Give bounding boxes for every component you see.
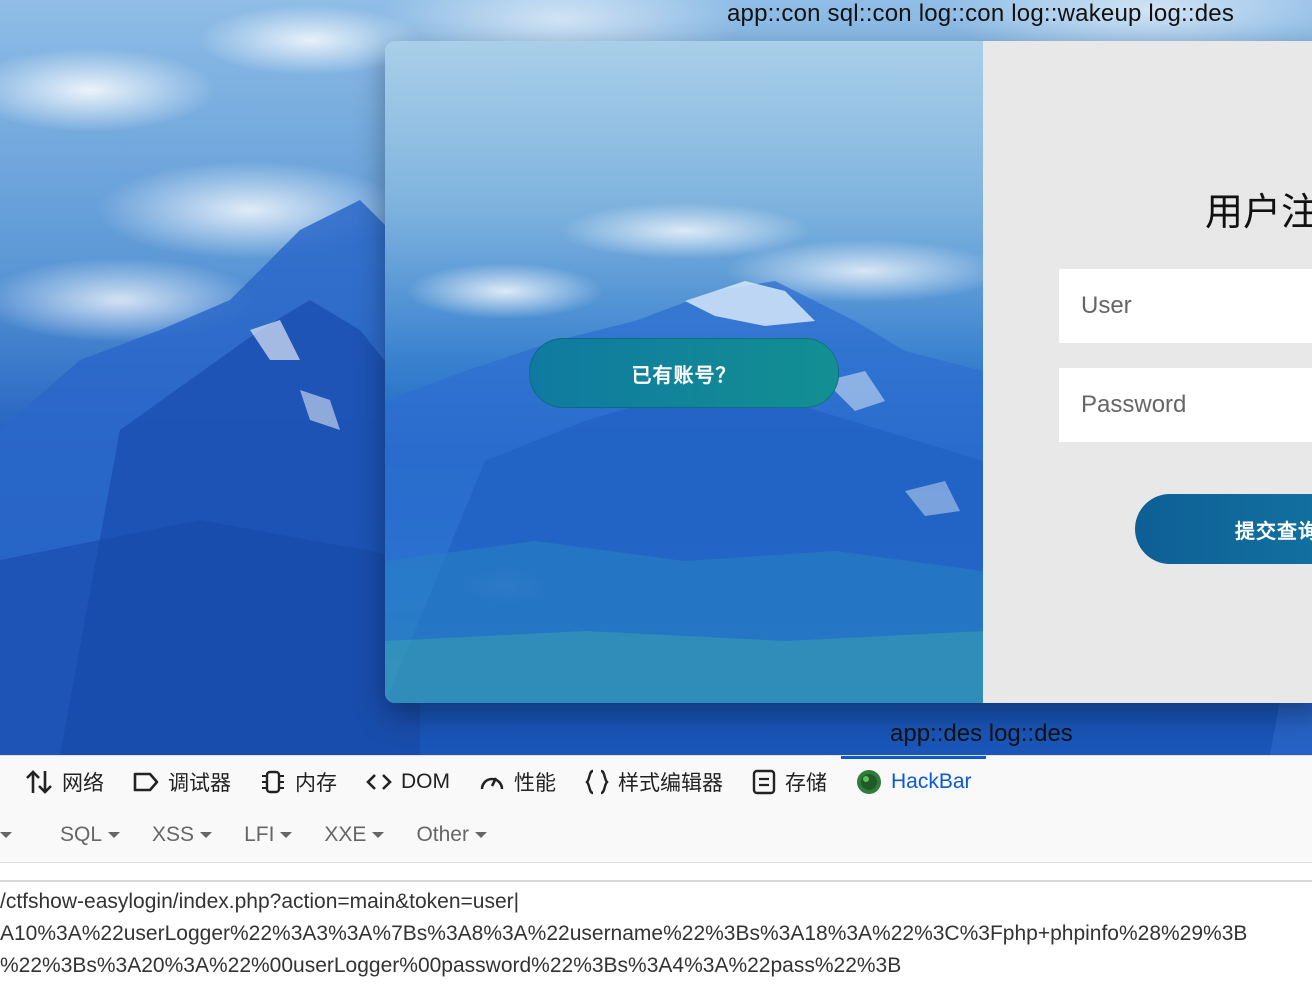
hackbar-logo-icon: [857, 770, 881, 794]
menu-label: LFI: [244, 823, 275, 846]
login-container: 已有账号？ 用户注 提交查询: [385, 41, 1312, 703]
caret-down-icon: [280, 832, 293, 838]
tab-style-editor[interactable]: 样式编辑器: [570, 756, 737, 808]
debugger-icon: [133, 772, 159, 792]
caret-down-icon: [474, 832, 487, 838]
web-page-viewport: app::con sql::con log::con log::wakeup l…: [0, 0, 1312, 755]
tab-label: 网络: [62, 772, 104, 795]
memory-chip-icon: [262, 770, 284, 794]
url-line: A10%3A%22userLogger%22%3A3%3A%7Bs%3A8%3A…: [0, 922, 1248, 945]
storage-icon: [752, 769, 776, 795]
tab-label: 性能: [514, 772, 556, 795]
url-line: %22%3Bs%3A20%3A%22%00userLogger%00passwo…: [0, 954, 902, 977]
caret-down-icon: [0, 832, 12, 838]
menu-label: XXE: [324, 823, 367, 846]
hackbar-menu-bar: SQL XSS LFI XXE Other: [0, 808, 1312, 863]
submit-button[interactable]: 提交查询: [1135, 494, 1312, 564]
tab-label: 存储: [785, 772, 827, 795]
performance-gauge-icon: [480, 777, 504, 790]
tab-storage[interactable]: 存储: [737, 756, 841, 808]
braces-icon: [585, 769, 609, 795]
tab-hackbar[interactable]: HackBar: [841, 756, 986, 808]
tab-label: HackBar: [891, 770, 972, 793]
form-title: 用户注: [1205, 192, 1312, 234]
network-arrows-icon: [26, 770, 52, 794]
menu-item-lfi[interactable]: LFI: [228, 823, 308, 847]
password-input[interactable]: [1059, 368, 1312, 442]
url-textarea[interactable]: /ctfshow-easylogin/index.php?action=main…: [0, 880, 1312, 986]
menu-item-xss[interactable]: XSS: [136, 823, 228, 847]
menu-item-sql[interactable]: SQL: [28, 823, 136, 847]
url-line: /ctfshow-easylogin/index.php?action=main…: [0, 890, 520, 913]
menu-item-collapsed[interactable]: [0, 832, 28, 838]
username-input[interactable]: [1059, 269, 1312, 343]
tab-label: 调试器: [168, 772, 231, 795]
caret-down-icon: [372, 832, 385, 838]
tab-label: DOM: [401, 770, 450, 793]
code-brackets-icon: [366, 774, 392, 790]
menu-item-other[interactable]: Other: [400, 823, 503, 847]
tab-debugger[interactable]: 调试器: [118, 756, 245, 808]
bottom-status-text: app::des log::des: [890, 720, 1073, 747]
caret-down-icon: [200, 832, 213, 838]
overlay-panel: 已有账号？: [385, 41, 983, 703]
menu-label: Other: [416, 823, 469, 846]
tab-network[interactable]: 网络: [0, 756, 118, 808]
register-form-panel: 用户注 提交查询: [983, 41, 1312, 703]
devtools-toolbar: 网络 调试器 内存 DOM 性能 样式编辑器 存储 HackBar: [0, 755, 1312, 809]
have-account-button[interactable]: 已有账号？: [529, 338, 839, 408]
tab-performance[interactable]: 性能: [464, 756, 570, 808]
tab-label: 样式编辑器: [618, 772, 723, 795]
menu-label: SQL: [60, 823, 103, 846]
top-status-text: app::con sql::con log::con log::wakeup l…: [727, 0, 1235, 27]
menu-item-xxe[interactable]: XXE: [308, 823, 400, 847]
tab-dom[interactable]: DOM: [351, 756, 464, 808]
caret-down-icon: [108, 832, 121, 838]
tab-label: 内存: [295, 772, 337, 795]
tab-memory[interactable]: 内存: [245, 756, 351, 808]
menu-label: XSS: [152, 823, 195, 846]
